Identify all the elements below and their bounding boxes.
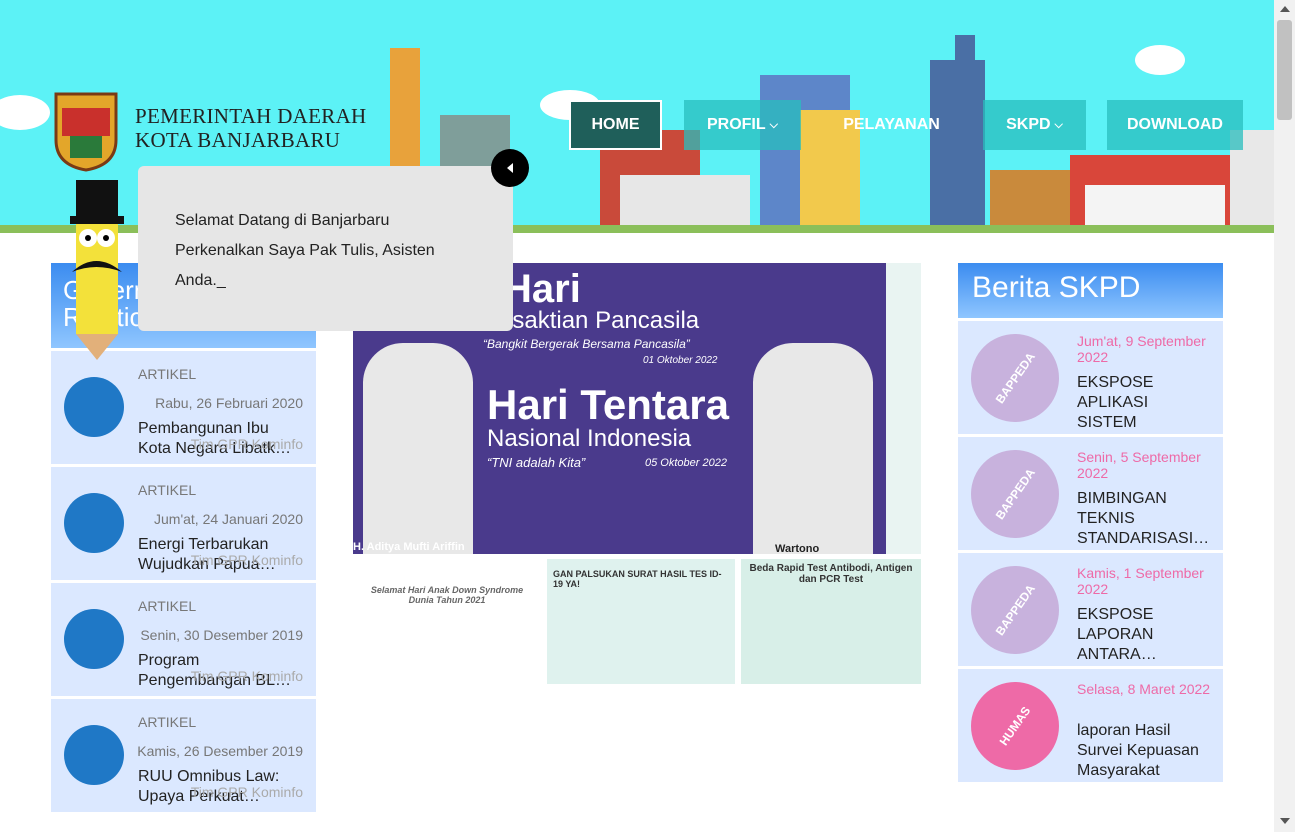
skpd-badge-label: BAPPEDA: [992, 465, 1038, 523]
chevron-down-icon: ⌵: [1054, 118, 1063, 131]
article-date: Rabu, 26 Februari 2020: [155, 395, 303, 411]
article-author: Tim GPR Kominfo: [190, 668, 303, 684]
book-icon: [64, 377, 124, 437]
berita-skpd-panel: Berita SKPD BAPPEDA Jum'at, 9 September …: [958, 263, 1223, 782]
banner-line1: Kesaktian Pancasila: [483, 307, 700, 334]
book-icon: [64, 609, 124, 669]
chevron-down-icon: ⌵: [769, 118, 778, 131]
berita-skpd-heading: Berita SKPD: [958, 263, 1223, 318]
nav-download-label: DOWNLOAD: [1127, 116, 1223, 133]
site-title-line1: PEMERINTAH DAERAH: [135, 104, 367, 128]
banner-word: Hari: [503, 267, 581, 311]
banner-sub: Nasional Indonesia: [487, 425, 692, 452]
news-title[interactable]: BIMBINGAN TEKNIS STANDARISASI…: [1077, 489, 1212, 549]
chevron-left-icon: [507, 163, 513, 173]
banner-title: Hari Tentara: [487, 381, 729, 428]
banner-date2: 05 Oktober 2022: [645, 457, 727, 469]
skpd-badge: BAPPEDA: [971, 450, 1059, 538]
thumbnail-1[interactable]: Selamat Hari Anak Down Syndrome Dunia Ta…: [353, 559, 541, 684]
book-icon: [64, 493, 124, 553]
scroll-up-arrow-icon[interactable]: [1280, 6, 1290, 12]
banner-date1: 01 Oktober 2022: [643, 355, 718, 366]
banner-name-right: Wartono: [775, 543, 820, 554]
article-category: ARTIKEL: [138, 366, 197, 382]
article-item[interactable]: ARTIKEL Kamis, 26 Desember 2019 RUU Omni…: [51, 699, 316, 812]
site-title-line2: KOTA BANJARBARU: [135, 128, 341, 152]
nav-pelayanan-label: PELAYANAN: [843, 116, 940, 133]
article-item[interactable]: ARTIKEL Jum'at, 24 Januari 2020 Energi T…: [51, 467, 316, 580]
news-title[interactable]: EKSPOSE APLIKASI SISTEM INFORMASI…: [1077, 373, 1212, 433]
news-date: Jum'at, 9 September 2022: [1077, 333, 1206, 365]
news-date: Selasa, 8 Maret 2022: [1077, 681, 1211, 697]
article-category: ARTIKEL: [138, 714, 197, 730]
book-icon: [64, 725, 124, 785]
news-title[interactable]: EKSPOSE LAPORAN ANTARA…: [1077, 605, 1212, 665]
banjarbaru-logo: [54, 92, 118, 172]
pak-tulis-mascot[interactable]: [68, 180, 128, 360]
banner-quote1: “Bangkit Bergerak Bersama Pancasila”: [483, 337, 690, 351]
nav-skpd-label: SKPD: [1006, 116, 1051, 133]
nav-home[interactable]: HOME: [569, 100, 662, 150]
next-slide-edge: [886, 263, 921, 554]
article-author: Tim GPR Kominfo: [190, 436, 303, 452]
news-item[interactable]: BAPPEDA Kamis, 1 September 2022 EKSPOSE …: [958, 553, 1223, 666]
news-date: Senin, 5 September 2022: [1077, 449, 1201, 481]
scrollbar-thumb[interactable]: [1277, 20, 1292, 120]
skpd-badge: BAPPEDA: [971, 566, 1059, 654]
article-date: Jum'at, 24 Januari 2020: [154, 511, 303, 527]
scroll-down-arrow-icon[interactable]: [1280, 818, 1290, 824]
banner-quote2: “TNI adalah Kita”: [487, 455, 586, 470]
popup-line3: Anda._: [175, 272, 226, 289]
article-item[interactable]: ARTIKEL Rabu, 26 Februari 2020 Pembangun…: [51, 351, 316, 464]
article-date: Senin, 30 Desember 2019: [140, 627, 303, 643]
official-photo-left: [363, 343, 473, 554]
nav-home-label: HOME: [591, 116, 640, 133]
popup-line2: Perkenalkan Saya Pak Tulis, Asisten: [175, 242, 435, 259]
news-date: Kamis, 1 September 2022: [1077, 565, 1204, 597]
skpd-badge: HUMAS: [971, 682, 1059, 770]
article-author: Tim GPR Kominfo: [190, 784, 303, 800]
nav-profil[interactable]: PROFIL ⌵: [684, 100, 801, 150]
skpd-badge-label: BAPPEDA: [992, 349, 1038, 407]
news-item[interactable]: HUMAS Selasa, 8 Maret 2022 laporan Hasil…: [958, 669, 1223, 782]
news-item[interactable]: BAPPEDA Jum'at, 9 September 2022 EKSPOSE…: [958, 321, 1223, 434]
collapse-popup-button[interactable]: [491, 149, 529, 187]
article-author: Tim GPR Kominfo: [190, 552, 303, 568]
assistant-popup: Selamat Datang di Banjarbaru Perkenalkan…: [138, 166, 513, 331]
skpd-badge-label: HUMAS: [996, 703, 1034, 749]
article-category: ARTIKEL: [138, 598, 197, 614]
official-photo-right: [753, 343, 873, 554]
thumbnail-caption: Selamat Hari Anak Down Syndrome Dunia Ta…: [370, 585, 524, 605]
news-title[interactable]: laporan Hasil Survei Kepuasan Masyarakat: [1077, 721, 1212, 781]
nav-download[interactable]: DOWNLOAD: [1107, 100, 1243, 150]
thumbnail-2[interactable]: GAN PALSUKAN SURAT HASIL TES ID-19 YA!: [547, 559, 735, 684]
article-item[interactable]: ARTIKEL Senin, 30 Desember 2019 Program P…: [51, 583, 316, 696]
popup-line1: Selamat Datang di Banjarbaru: [175, 212, 390, 229]
site-title: PEMERINTAH DAERAH KOTA BANJARBARU: [135, 104, 367, 152]
scrollbar[interactable]: [1274, 0, 1295, 832]
skpd-badge: BAPPEDA: [971, 334, 1059, 422]
nav-pelayanan[interactable]: PELAYANAN: [823, 100, 960, 150]
banner-name-left: H. Aditya Mufti Ariffin: [353, 541, 465, 553]
news-item[interactable]: BAPPEDA Senin, 5 September 2022 BIMBINGA…: [958, 437, 1223, 550]
skpd-badge-label: BAPPEDA: [992, 581, 1038, 639]
nav-skpd[interactable]: SKPD ⌵: [983, 100, 1086, 150]
article-category: ARTIKEL: [138, 482, 197, 498]
thumbnail-caption: GAN PALSUKAN SURAT HASIL TES ID-19 YA!: [553, 569, 722, 589]
article-date: Kamis, 26 Desember 2019: [137, 743, 303, 759]
thumbnail-3[interactable]: Beda Rapid Test Antibodi, Antigen dan PC…: [741, 559, 921, 684]
thumbnail-caption: Beda Rapid Test Antibodi, Antigen dan PC…: [749, 563, 913, 585]
nav-profil-label: PROFIL: [706, 116, 766, 133]
